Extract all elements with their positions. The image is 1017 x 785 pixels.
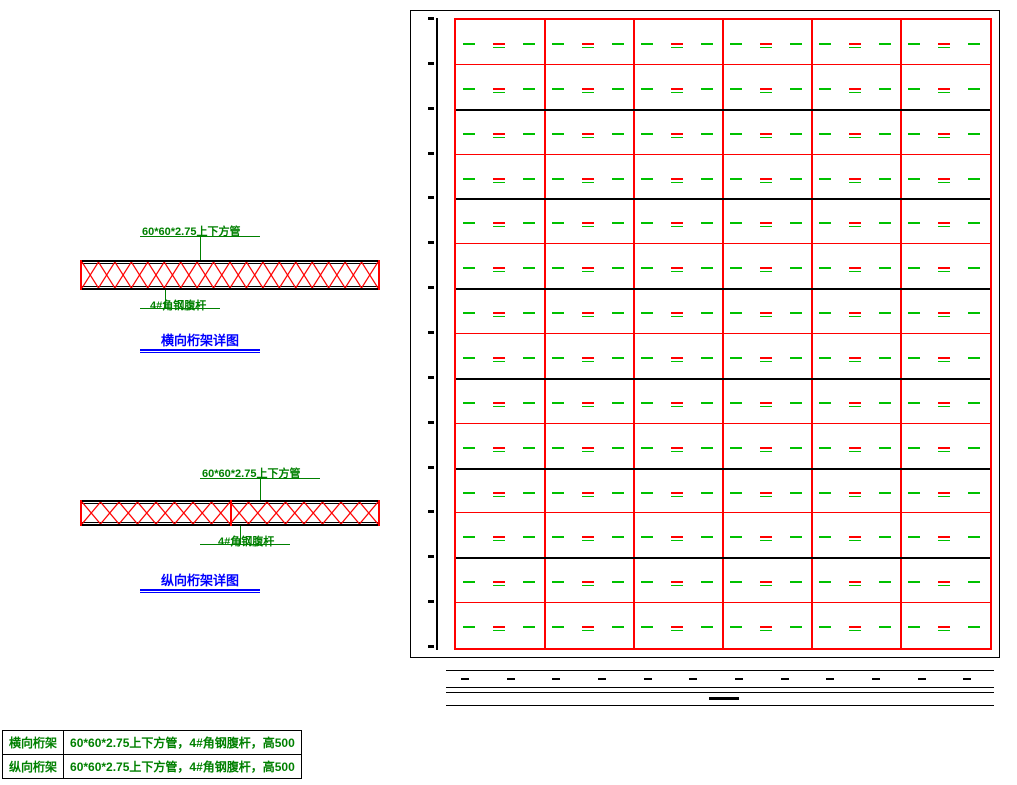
truss-vertical-detail <box>80 500 380 526</box>
truss1-leader-top <box>200 236 201 260</box>
truss2-title: 纵向桁架详图 <box>140 570 260 593</box>
spec-label: 纵向桁架 <box>3 755 64 779</box>
truss1-diagonals <box>82 262 378 288</box>
truss2-leader-top <box>260 478 261 500</box>
truss2-callout-bottom: 4#角钢腹杆 <box>218 533 274 549</box>
truss1-callout-top: 60*60*2.75上下方管 <box>142 223 240 239</box>
spec-label: 横向桁架 <box>3 731 64 755</box>
truss1-title: 横向桁架详图 <box>140 330 260 353</box>
plan-grid-view <box>410 10 1000 658</box>
table-row: 横向桁架 60*60*2.75上下方管，4#角钢腹杆，高500 <box>3 731 302 755</box>
truss-horizontal-detail <box>80 260 380 290</box>
spec-table: 横向桁架 60*60*2.75上下方管，4#角钢腹杆，高500 纵向桁架 60*… <box>2 730 302 779</box>
truss2-diagonals <box>82 502 378 524</box>
spec-desc: 60*60*2.75上下方管，4#角钢腹杆，高500 <box>64 755 302 779</box>
spec-desc: 60*60*2.75上下方管，4#角钢腹杆，高500 <box>64 731 302 755</box>
truss1-callout-bottom: 4#角钢腹杆 <box>150 297 206 313</box>
bottom-dim-bar-lower <box>446 692 994 706</box>
table-row: 纵向桁架 60*60*2.75上下方管，4#角钢腹杆，高500 <box>3 755 302 779</box>
bottom-dim-bar-upper <box>446 670 994 688</box>
truss2-callout-top: 60*60*2.75上下方管 <box>202 465 300 481</box>
